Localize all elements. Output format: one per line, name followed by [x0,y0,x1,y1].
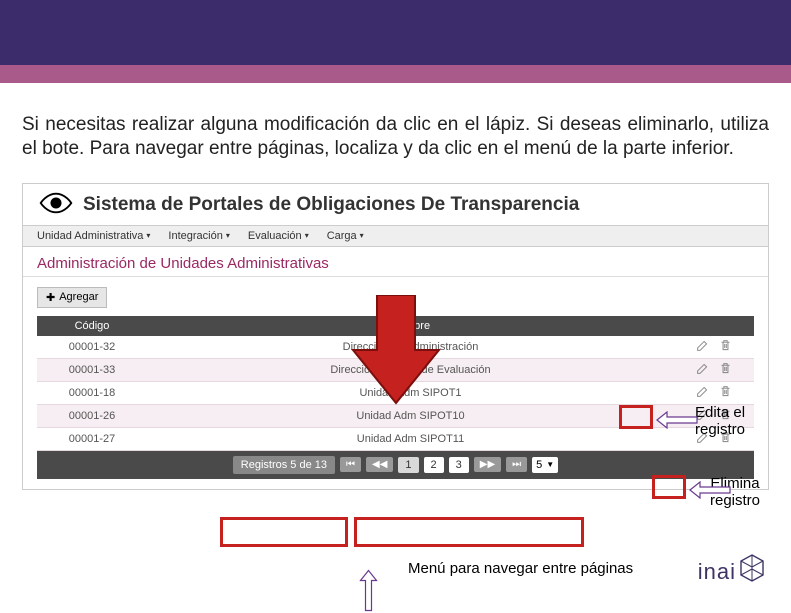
pager-page-2[interactable]: 2 [424,457,444,473]
pager-bar: Registros 5 de 13 ⏮ ◀◀ 1 2 3 ▶▶ ⏭ 5 ▼ [37,451,754,479]
callout-arrow-edit [655,411,699,434]
menu-integracion[interactable]: Integración▾ [168,230,229,242]
instruction-text: Si necesitas realizar alguna modificació… [0,83,791,173]
trash-icon[interactable] [719,339,732,355]
cell-name: Unidad Adm SIPOT11 [147,427,674,450]
cell-code: 00001-32 [37,336,147,359]
callout-label-pager: Menú para navegar entre páginas [408,560,633,577]
pager-prev[interactable]: ◀◀ [366,457,393,472]
cell-code: 00001-33 [37,358,147,381]
system-header: Sistema de Portales de Obligaciones De T… [23,184,768,225]
caret-icon: ▾ [226,231,230,240]
caret-icon: ▾ [146,231,150,240]
slide-banner-accent [0,65,791,83]
menu-unidad-administrativa[interactable]: Unidad Administrativa▾ [37,230,150,242]
inai-logo: inai [698,554,765,590]
cell-code: 00001-26 [37,404,147,427]
table-row: 00001-27Unidad Adm SIPOT11 [37,427,754,450]
pager-size-select[interactable]: 5 ▼ [532,457,558,473]
cell-actions [674,381,754,404]
pager-last[interactable]: ⏭ [506,457,527,472]
trash-icon[interactable] [719,362,732,378]
pager-next[interactable]: ▶▶ [474,457,501,472]
section-title: Administración de Unidades Administrativ… [23,247,768,277]
eye-icon [39,190,73,221]
col-actions [674,316,754,336]
callout-arrow-trash [688,481,732,504]
slide-banner-top [0,0,791,65]
add-button[interactable]: ✚ Agregar [37,287,107,308]
cell-actions [674,358,754,381]
inai-logo-icon [739,554,765,590]
trash-icon[interactable] [719,385,732,401]
caret-icon: ▾ [360,231,364,240]
add-button-label: Agregar [59,291,98,303]
callout-arrow-pager [355,569,378,613]
callout-label-edit: Edita elregistro [695,404,745,439]
pencil-icon[interactable] [696,362,709,378]
col-code: Código [37,316,147,336]
highlight-pager-controls [354,517,584,547]
pager-info: Registros 5 de 13 [233,456,335,474]
chevron-down-icon: ▼ [546,460,554,469]
pager-first[interactable]: ⏮ [340,457,361,472]
highlight-pager-info [220,517,348,547]
pager-page-1[interactable]: 1 [398,457,418,473]
menubar: Unidad Administrativa▾ Integración▾ Eval… [23,225,768,247]
red-arrow-annotation [351,295,441,410]
cell-code: 00001-27 [37,427,147,450]
plus-icon: ✚ [46,291,55,304]
menu-evaluacion[interactable]: Evaluación▾ [248,230,309,242]
menu-carga[interactable]: Carga▾ [327,230,364,242]
pencil-icon[interactable] [696,339,709,355]
cell-actions [674,336,754,359]
system-title: Sistema de Portales de Obligaciones De T… [83,194,579,216]
caret-icon: ▾ [305,231,309,240]
pager-page-3[interactable]: 3 [449,457,469,473]
inai-logo-text: inai [698,559,736,585]
pencil-icon[interactable] [696,385,709,401]
cell-code: 00001-18 [37,381,147,404]
